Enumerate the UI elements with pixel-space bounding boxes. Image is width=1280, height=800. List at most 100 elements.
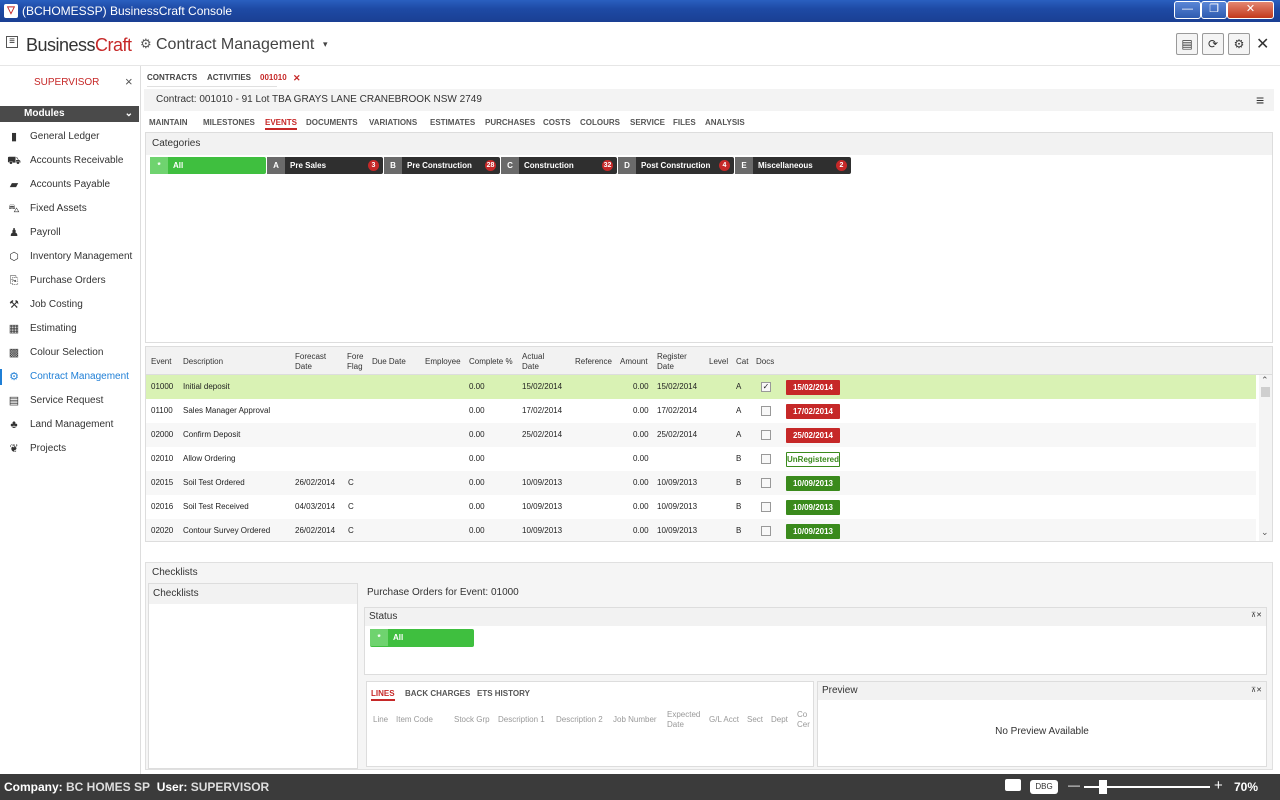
close-window-button[interactable]: ✕ — [1227, 1, 1274, 19]
table-row[interactable]: 02015 Soil Test Ordered 26/02/2014 C 0.00 1… — [146, 471, 1256, 495]
maximize-button[interactable]: ❐ — [1201, 1, 1227, 19]
col-cat[interactable]: Cat — [736, 357, 748, 367]
minimize-button[interactable]: — — [1174, 1, 1201, 19]
sidebar-item-inventory-management[interactable]: ⬡ Inventory Management — [0, 246, 141, 268]
tab-milestones[interactable]: MILESTONES — [203, 118, 255, 127]
chip-pre-sales[interactable]: A Pre Sales 3 — [267, 157, 383, 174]
brand-logo: BusinessCraft — [26, 35, 132, 55]
hamburger-menu-icon[interactable]: ≡ — [1256, 92, 1264, 108]
docs-checkbox[interactable] — [761, 502, 771, 512]
tab-lines[interactable]: LINES — [371, 689, 395, 701]
chip-pre-construction[interactable]: B Pre Construction 28 — [384, 157, 500, 174]
sidebar-item-contract-management[interactable]: ⚙ Contract Management — [0, 366, 141, 388]
col-co[interactable]: Co Cer — [797, 710, 810, 730]
col-amount[interactable]: Amount — [620, 357, 648, 367]
col-actual-date[interactable]: Actual Date — [522, 352, 544, 372]
chip-miscellaneous[interactable]: E Miscellaneous 2 — [735, 157, 851, 174]
zoom-out-button[interactable]: — — [1068, 778, 1080, 792]
chevron-down-icon[interactable]: ▾ — [323, 39, 328, 50]
col-description[interactable]: Description — [183, 357, 223, 367]
grid-scrollbar[interactable]: ⌃ ⌄ — [1259, 375, 1272, 541]
sidebar-item-land-management[interactable]: ♣ Land Management — [0, 414, 141, 436]
col-fore-flag[interactable]: Fore Flag — [347, 352, 363, 372]
col-job-number[interactable]: Job Number — [613, 715, 657, 724]
col-sect[interactable]: Sect — [747, 715, 763, 724]
docs-checkbox[interactable]: ✓ — [761, 382, 771, 392]
sidebar-item-projects[interactable]: ❦ Projects — [0, 438, 141, 460]
col-description-2[interactable]: Description 2 — [556, 715, 603, 724]
sidebar-item-purchase-orders[interactable]: ⎘ Purchase Orders — [0, 270, 141, 292]
table-row[interactable]: 02020 Contour Survey Ordered 26/02/2014 C … — [146, 519, 1256, 541]
tab-current-contract[interactable]: 001010 — [260, 73, 287, 82]
tab-contracts[interactable]: CONTRACTS — [147, 73, 197, 82]
tab-maintain[interactable]: MAINTAIN — [149, 118, 188, 127]
zoom-slider-handle[interactable] — [1099, 780, 1107, 794]
pin-close-icon[interactable]: ⊼✕ — [1251, 686, 1262, 694]
table-row[interactable]: 01000 Initial deposit 0.00 15/02/2014 0.00… — [146, 375, 1256, 399]
tab-documents[interactable]: DOCUMENTS — [306, 118, 358, 127]
sidebar-item-job-costing[interactable]: ⚒ Job Costing — [0, 294, 141, 316]
col-register-date[interactable]: Register Date — [657, 352, 687, 372]
refresh-icon[interactable]: ⟳ — [1202, 33, 1224, 55]
col-docs[interactable]: Docs — [756, 357, 774, 367]
tab-purchases[interactable]: PURCHASES — [485, 118, 535, 127]
tab-estimates[interactable]: ESTIMATES — [430, 118, 475, 127]
col-expected-date[interactable]: Expected Date — [667, 710, 700, 730]
col-item-code[interactable]: Item Code — [396, 715, 433, 724]
docs-checkbox[interactable] — [761, 454, 771, 464]
col-complete[interactable]: Complete % — [469, 357, 513, 367]
close-icon[interactable]: ✕ — [1256, 34, 1269, 54]
sidebar-item-accounts-payable[interactable]: ▰ Accounts Payable — [0, 174, 141, 196]
tab-analysis[interactable]: ANALYSIS — [705, 118, 745, 127]
tab-files[interactable]: FILES — [673, 118, 696, 127]
col-employee[interactable]: Employee — [425, 357, 461, 367]
docs-checkbox[interactable] — [761, 430, 771, 440]
col-reference[interactable]: Reference — [575, 357, 612, 367]
status-chip-all[interactable]: * All — [370, 629, 474, 647]
modules-header[interactable]: Modules ⌄ — [0, 106, 139, 122]
col-stock-grp[interactable]: Stock Grp — [454, 715, 490, 724]
sidebar-item-colour-selection[interactable]: ▩ Colour Selection — [0, 342, 141, 364]
table-row[interactable]: 02016 Soil Test Received 04/03/2014 C 0.00… — [146, 495, 1256, 519]
col-line[interactable]: Line — [373, 715, 388, 724]
tab-costs[interactable]: COSTS — [543, 118, 571, 127]
table-row[interactable]: 01100 Sales Manager Approval 0.00 17/02/20… — [146, 399, 1256, 423]
hamburger-menu-icon[interactable]: ≡ — [6, 36, 18, 48]
col-description-1[interactable]: Description 1 — [498, 715, 545, 724]
calculator-icon[interactable]: ▤ — [1176, 33, 1198, 55]
table-row[interactable]: 02000 Confirm Deposit 0.00 25/02/2014 0.00… — [146, 423, 1256, 447]
pin-close-icon[interactable]: ⊼✕ — [1251, 611, 1262, 619]
chat-icon[interactable] — [1005, 779, 1021, 791]
docs-checkbox[interactable] — [761, 526, 771, 536]
docs-checkbox[interactable] — [761, 478, 771, 488]
sidebar-item-estimating[interactable]: ▦ Estimating — [0, 318, 141, 340]
col-event[interactable]: Event — [151, 357, 171, 367]
sidebar-item-payroll[interactable]: ♟ Payroll — [0, 222, 141, 244]
tab-service[interactable]: SERVICE — [630, 118, 665, 127]
sidebar-item-service-request[interactable]: ▤ Service Request — [0, 390, 141, 412]
gear-icon[interactable]: ⚙ — [1228, 33, 1250, 55]
col-dept[interactable]: Dept — [771, 715, 788, 724]
close-icon[interactable]: ✕ — [293, 73, 301, 84]
tab-activities[interactable]: ACTIVITIES — [207, 73, 251, 82]
debug-button[interactable]: DBG — [1030, 780, 1058, 794]
table-row[interactable]: 02010 Allow Ordering 0.00 0.00 B UnRegist… — [146, 447, 1256, 471]
sidebar-item-general-ledger[interactable]: ▮ General Ledger — [0, 126, 141, 148]
chip-post-construction[interactable]: D Post Construction 4 — [618, 157, 734, 174]
col-gl-acct[interactable]: G/L Acct — [709, 715, 739, 724]
col-due-date[interactable]: Due Date — [372, 357, 406, 367]
tab-back-charges[interactable]: BACK CHARGES — [405, 689, 470, 698]
close-icon[interactable]: × — [125, 74, 133, 89]
sidebar-item-accounts-receivable[interactable]: ⛟ Accounts Receivable — [0, 150, 141, 172]
chip-all[interactable]: * All — [150, 157, 266, 174]
col-level[interactable]: Level — [709, 357, 728, 367]
sidebar-item-fixed-assets[interactable]: ⛍ Fixed Assets — [0, 198, 141, 220]
col-forecast-date[interactable]: Forecast Date — [295, 352, 326, 372]
zoom-in-button[interactable]: + — [1214, 777, 1223, 794]
chip-construction[interactable]: C Construction 32 — [501, 157, 617, 174]
docs-checkbox[interactable] — [761, 406, 771, 416]
tab-variations[interactable]: VARIATIONS — [369, 118, 417, 127]
tab-ets-history[interactable]: ETS HISTORY — [477, 689, 530, 698]
tab-colours[interactable]: COLOURS — [580, 118, 620, 127]
tab-events[interactable]: EVENTS — [265, 118, 298, 130]
